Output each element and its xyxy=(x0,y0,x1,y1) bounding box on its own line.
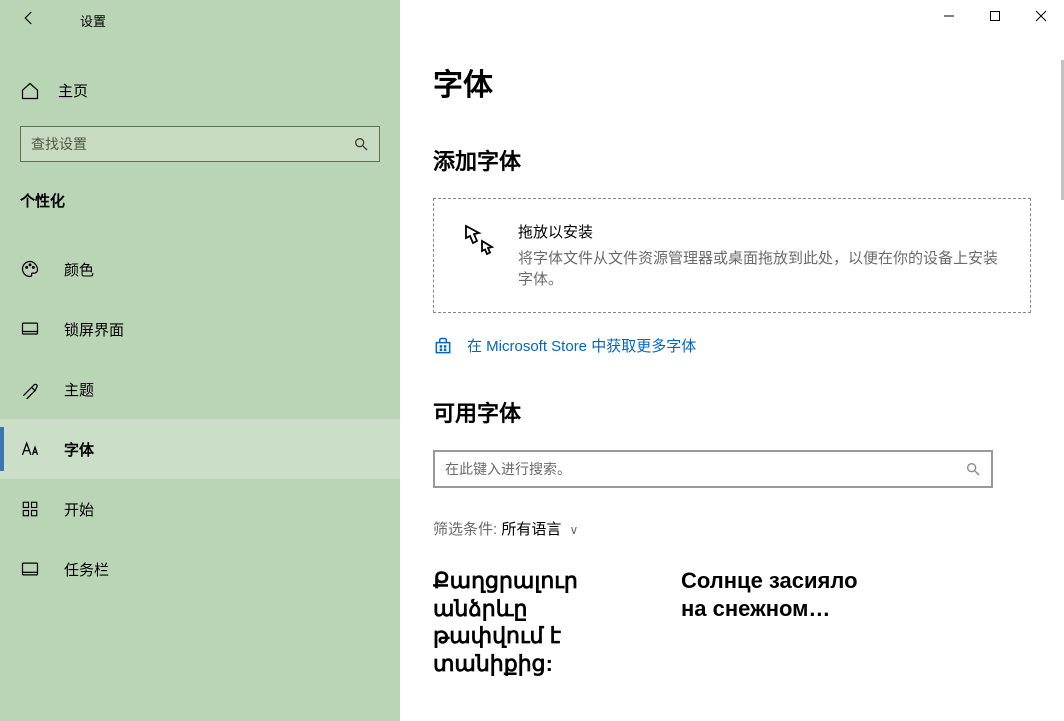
search-icon xyxy=(353,136,369,152)
page-title: 字体 xyxy=(433,60,1031,104)
drop-zone-title: 拖放以安装 xyxy=(518,221,1004,242)
app-title: 设置 xyxy=(50,11,106,30)
sidebar-item-colors[interactable]: 颜色 xyxy=(0,239,400,299)
sidebar-item-label: 字体 xyxy=(64,439,94,460)
font-search[interactable] xyxy=(433,450,993,488)
search-icon xyxy=(965,461,981,477)
start-icon xyxy=(20,499,40,519)
chevron-down-icon: ∨ xyxy=(566,523,579,537)
drop-zone-desc: 将字体文件从文件资源管理器或桌面拖放到此处，以便在你的设备上安装字体。 xyxy=(518,248,1004,290)
store-fonts-link[interactable]: 在 Microsoft Store 中获取更多字体 xyxy=(433,335,1031,356)
sidebar-item-taskbar[interactable]: 任务栏 xyxy=(0,539,400,599)
font-card[interactable]: Солнце засияло на снежном… xyxy=(681,567,881,677)
taskbar-icon xyxy=(20,559,40,579)
store-icon xyxy=(433,336,453,356)
sidebar-home[interactable]: 主页 xyxy=(0,70,400,111)
font-search-input[interactable] xyxy=(445,461,965,477)
lockscreen-icon xyxy=(20,319,40,339)
maximize-button[interactable] xyxy=(972,0,1018,32)
close-button[interactable] xyxy=(1018,0,1064,32)
store-link-label: 在 Microsoft Store 中获取更多字体 xyxy=(467,335,696,356)
filter-label: 筛选条件: xyxy=(433,521,497,538)
drag-drop-icon xyxy=(460,221,496,257)
font-card[interactable]: Քաղցրալուր անձրևը թափվում է տանիքից: xyxy=(433,567,633,677)
sidebar-item-label: 开始 xyxy=(64,499,94,520)
themes-icon xyxy=(20,379,40,399)
fonts-icon xyxy=(20,439,40,459)
sidebar-search-input[interactable] xyxy=(31,136,353,152)
sidebar-item-label: 任务栏 xyxy=(64,559,109,580)
available-fonts-section-title: 可用字体 xyxy=(433,396,1031,428)
sidebar-nav: 颜色 锁屏界面 主题 字体 xyxy=(0,239,400,599)
sidebar-item-start[interactable]: 开始 xyxy=(0,479,400,539)
window-controls xyxy=(926,0,1064,32)
settings-sidebar: 设置 主页 个性化 颜色 锁屏界面 xyxy=(0,0,400,721)
sidebar-home-label: 主页 xyxy=(58,80,88,101)
sidebar-item-label: 颜色 xyxy=(64,259,94,280)
sidebar-item-lockscreen[interactable]: 锁屏界面 xyxy=(0,299,400,359)
sidebar-search[interactable] xyxy=(20,126,380,162)
sidebar-item-label: 主题 xyxy=(64,379,94,400)
font-drop-zone[interactable]: 拖放以安装 将字体文件从文件资源管理器或桌面拖放到此处，以便在你的设备上安装字体… xyxy=(433,198,1031,313)
font-card-grid: Քաղցրալուր անձրևը թափվում է տանիքից: Сол… xyxy=(433,567,1031,677)
back-button[interactable] xyxy=(20,9,50,32)
filter-value: 所有语言 xyxy=(501,521,561,538)
palette-icon xyxy=(20,259,40,279)
add-font-section-title: 添加字体 xyxy=(433,144,1031,176)
sidebar-category: 个性化 xyxy=(0,162,400,221)
home-icon xyxy=(20,81,40,101)
filter-dropdown[interactable]: 筛选条件: 所有语言 ∨ xyxy=(433,518,1031,539)
content-area: 字体 添加字体 拖放以安装 将字体文件从文件资源管理器或桌面拖放到此处，以便在你… xyxy=(400,0,1064,721)
minimize-button[interactable] xyxy=(926,0,972,32)
sidebar-item-label: 锁屏界面 xyxy=(64,319,124,340)
titlebar: 设置 xyxy=(0,0,400,40)
sidebar-item-fonts[interactable]: 字体 xyxy=(0,419,400,479)
sidebar-item-themes[interactable]: 主题 xyxy=(0,359,400,419)
